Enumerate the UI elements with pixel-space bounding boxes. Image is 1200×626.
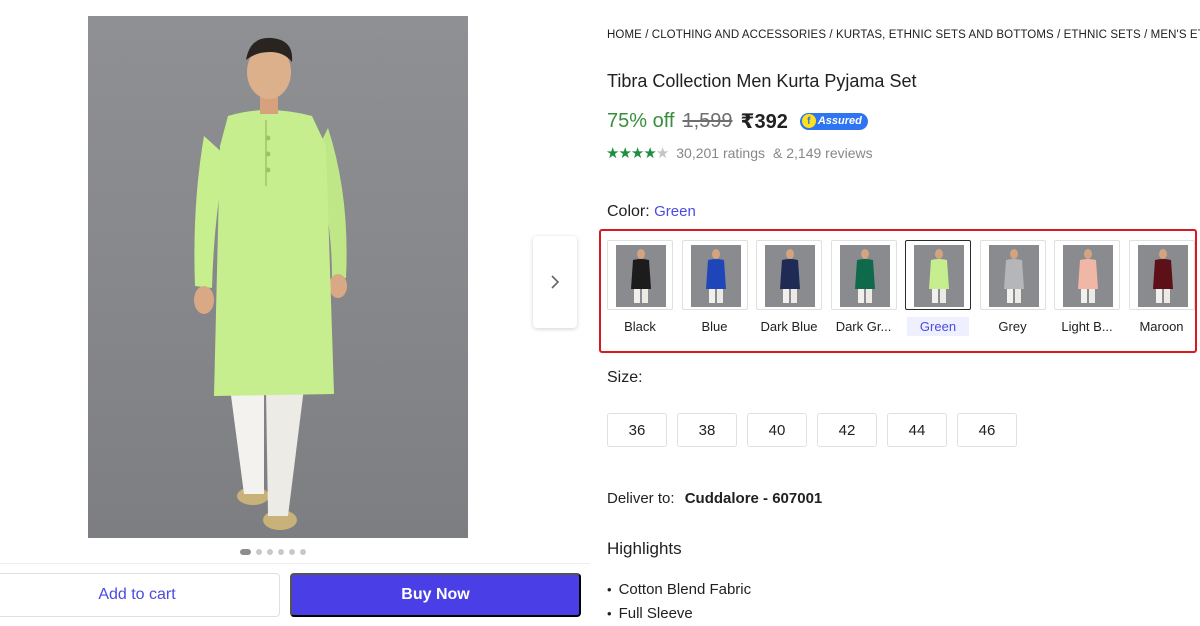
price-row: 75% off 1,599 ₹392 f Assured (607, 108, 868, 134)
color-swatch[interactable]: Grey (979, 240, 1046, 342)
add-to-cart-button[interactable]: Add to cart (0, 573, 280, 617)
swatch-image (839, 245, 890, 307)
star-icon: ★ (606, 145, 619, 162)
star-half-icon: ★ (655, 145, 669, 162)
assured-label: Assured (817, 115, 862, 127)
product-title: Tibra Collection Men Kurta Pyjama Set (607, 71, 917, 91)
ratings-count[interactable]: 30,201 ratings (676, 145, 765, 161)
carousel-dot[interactable] (240, 549, 251, 555)
color-swatch[interactable]: Black (607, 240, 673, 342)
swatch-label: Dark Blue (760, 319, 818, 334)
image-carousel-dots[interactable] (240, 549, 306, 555)
swatch-image (616, 245, 666, 307)
swatch-image (1137, 245, 1188, 307)
delivery-location[interactable]: Cuddalore - 607001 (685, 490, 823, 507)
star-icon: ★ (630, 145, 644, 162)
color-swatch-list: Black Blue Dark Blue Dark Gr... Green Grey Lig… (607, 240, 1197, 342)
carousel-dot[interactable] (267, 549, 273, 555)
swatch-label: Green (907, 317, 969, 336)
color-swatch[interactable]: Blue (681, 240, 748, 342)
swatch-thumbnail[interactable] (607, 240, 673, 310)
swatch-thumbnail[interactable] (681, 240, 748, 310)
assured-logo-icon: f (801, 114, 816, 128)
swatch-label: Dark Gr... (835, 319, 892, 334)
delivery-row[interactable]: Deliver to: Cuddalore - 607001 (607, 490, 822, 507)
highlight-item: Cotton Blend Fabric (607, 577, 752, 601)
carousel-dot[interactable] (289, 549, 295, 555)
swatch-thumbnail[interactable] (1128, 240, 1195, 310)
selected-color: Green (654, 203, 696, 220)
carousel-dot[interactable] (300, 549, 306, 555)
size-option[interactable]: 38 (677, 413, 737, 447)
size-option[interactable]: 40 (747, 413, 807, 447)
color-label-text: Color: (607, 203, 650, 220)
swatch-image (765, 245, 815, 307)
assured-badge-icon: f Assured (799, 112, 868, 130)
color-swatch[interactable]: Green (905, 240, 971, 342)
kurta-model-image (194, 37, 347, 530)
swatch-image (690, 245, 741, 307)
swatch-thumbnail[interactable] (905, 240, 971, 310)
rating-row[interactable]: ★ ★ ★ ★ ★ 30,201 ratings & 2,149 reviews (606, 144, 873, 162)
chevron-right-icon (551, 275, 560, 289)
swatch-label: Blue (701, 319, 728, 334)
color-swatch[interactable]: Dark Blue (756, 240, 822, 342)
divider (0, 563, 590, 564)
swatch-label: Black (624, 319, 656, 334)
swatch-thumbnail[interactable] (979, 240, 1046, 310)
size-option[interactable]: 42 (817, 413, 877, 447)
original-price: 1,599 (682, 109, 733, 132)
swatch-label: Maroon (1139, 319, 1184, 334)
highlight-item: Full Sleeve (607, 601, 751, 625)
swatch-image (1063, 245, 1113, 307)
swatch-label: Grey (998, 319, 1027, 334)
carousel-dot[interactable] (256, 549, 262, 555)
deliver-to-label: Deliver to: (607, 490, 675, 507)
image-next-button[interactable] (533, 236, 577, 328)
selling-price: ₹392 (740, 110, 788, 133)
highlights-title: Highlights (607, 539, 682, 558)
size-option[interactable]: 46 (957, 413, 1017, 447)
swatch-thumbnail[interactable] (756, 240, 822, 310)
color-label: Color: Green (607, 203, 696, 221)
highlights-list: Cotton Blend FabricFull Sleeve (607, 577, 752, 625)
swatch-image (988, 245, 1039, 307)
discount-percent: 75% off (607, 109, 675, 132)
star-icon: ★ (618, 145, 631, 162)
carousel-dot[interactable] (278, 549, 284, 555)
star-icon: ★ (643, 145, 656, 162)
color-swatch[interactable]: Dark Gr... (830, 240, 897, 342)
size-option[interactable]: 36 (607, 413, 667, 447)
color-swatch[interactable]: Maroon (1128, 240, 1195, 342)
product-main-image[interactable] (88, 16, 468, 538)
breadcrumb[interactable]: HOME / CLOTHING AND ACCESSORIES / KURTAS… (607, 29, 1200, 41)
reviews-count[interactable]: & 2,149 reviews (773, 145, 873, 161)
swatch-thumbnail[interactable] (1054, 240, 1120, 310)
swatch-label: Light B... (1061, 319, 1113, 334)
color-swatch[interactable]: Light B... (1054, 240, 1120, 342)
buy-now-button[interactable]: Buy Now (290, 573, 581, 617)
size-options: 36 38 40 42 44 46 (607, 413, 1017, 447)
size-option[interactable]: 44 (887, 413, 947, 447)
star-rating: ★ ★ ★ ★ ★ (606, 144, 669, 162)
size-label: Size: (607, 369, 643, 386)
swatch-thumbnail[interactable] (830, 240, 897, 310)
swatch-image (914, 245, 964, 307)
